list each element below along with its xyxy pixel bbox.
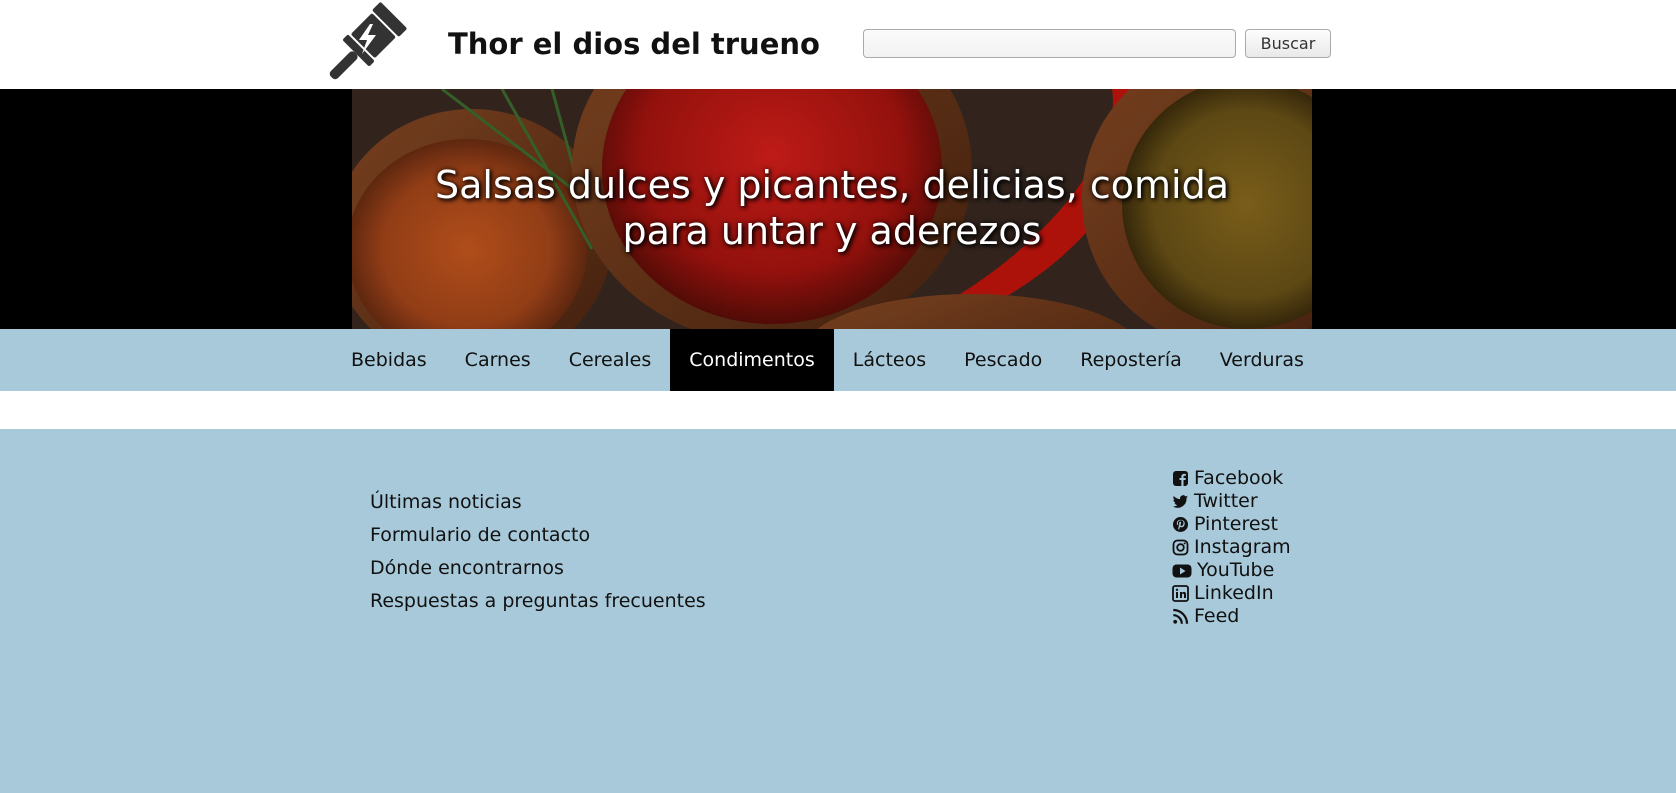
social-label-instagram: Instagram xyxy=(1194,536,1291,558)
social-link-youtube[interactable]: YouTube xyxy=(1172,559,1291,582)
social-label-twitter: Twitter xyxy=(1194,490,1258,512)
youtube-icon xyxy=(1172,562,1192,579)
gavel-lightning-icon[interactable] xyxy=(326,2,408,82)
rss-icon xyxy=(1172,608,1189,625)
search-input[interactable] xyxy=(863,29,1236,58)
linkedin-icon xyxy=(1172,585,1189,602)
footer-link-ubicacion[interactable]: Dónde encontrarnos xyxy=(370,552,706,585)
social-link-facebook[interactable]: Facebook xyxy=(1172,467,1291,490)
site-title[interactable]: Thor el dios del trueno xyxy=(448,27,820,61)
nav-item-condimentos[interactable]: Condimentos xyxy=(670,329,834,391)
social-label-youtube: YouTube xyxy=(1197,559,1275,581)
search-button[interactable]: Buscar xyxy=(1245,29,1331,58)
social-label-facebook: Facebook xyxy=(1194,467,1284,489)
banner-headline-line2: para untar y aderezos xyxy=(622,209,1042,253)
footer-link-contacto[interactable]: Formulario de contacto xyxy=(370,519,706,552)
social-link-instagram[interactable]: Instagram xyxy=(1172,536,1291,559)
nav-item-pescado[interactable]: Pescado xyxy=(945,329,1061,391)
nav-item-carnes[interactable]: Carnes xyxy=(446,329,550,391)
pinterest-icon xyxy=(1172,516,1189,533)
social-label-linkedin: LinkedIn xyxy=(1194,582,1274,604)
social-label-feed: Feed xyxy=(1194,605,1240,627)
twitter-icon xyxy=(1172,493,1189,510)
banner-headline: Salsas dulces y picantes, delicias, comi… xyxy=(352,162,1312,254)
banner-headline-line1: Salsas dulces y picantes, delicias, comi… xyxy=(434,163,1229,207)
facebook-square-icon xyxy=(1172,470,1189,487)
hero-banner: Salsas dulces y picantes, delicias, comi… xyxy=(0,89,1676,329)
site-header: Thor el dios del trueno Buscar xyxy=(0,0,1676,89)
nav-item-verduras[interactable]: Verduras xyxy=(1201,329,1323,391)
social-link-feed[interactable]: Feed xyxy=(1172,605,1291,628)
social-link-twitter[interactable]: Twitter xyxy=(1172,490,1291,513)
footer-links: Últimas noticias Formulario de contacto … xyxy=(370,486,706,618)
social-links: Facebook Twitter Pinterest Instagram You… xyxy=(1172,467,1291,628)
nav-list: Bebidas Carnes Cereales Condimentos Láct… xyxy=(332,329,1323,391)
nav-item-lacteos[interactable]: Lácteos xyxy=(834,329,945,391)
instagram-icon xyxy=(1172,539,1189,556)
category-nav: Bebidas Carnes Cereales Condimentos Láct… xyxy=(0,329,1676,391)
footer-link-faq[interactable]: Respuestas a preguntas frecuentes xyxy=(370,585,706,618)
nav-item-cereales[interactable]: Cereales xyxy=(550,329,671,391)
site-footer: Últimas noticias Formulario de contacto … xyxy=(0,429,1676,793)
nav-item-bebidas[interactable]: Bebidas xyxy=(332,329,446,391)
nav-item-reposteria[interactable]: Repostería xyxy=(1061,329,1201,391)
social-link-pinterest[interactable]: Pinterest xyxy=(1172,513,1291,536)
spices-banner-image: Salsas dulces y picantes, delicias, comi… xyxy=(352,89,1312,329)
social-label-pinterest: Pinterest xyxy=(1194,513,1278,535)
social-link-linkedin[interactable]: LinkedIn xyxy=(1172,582,1291,605)
footer-link-noticias[interactable]: Últimas noticias xyxy=(370,486,706,519)
